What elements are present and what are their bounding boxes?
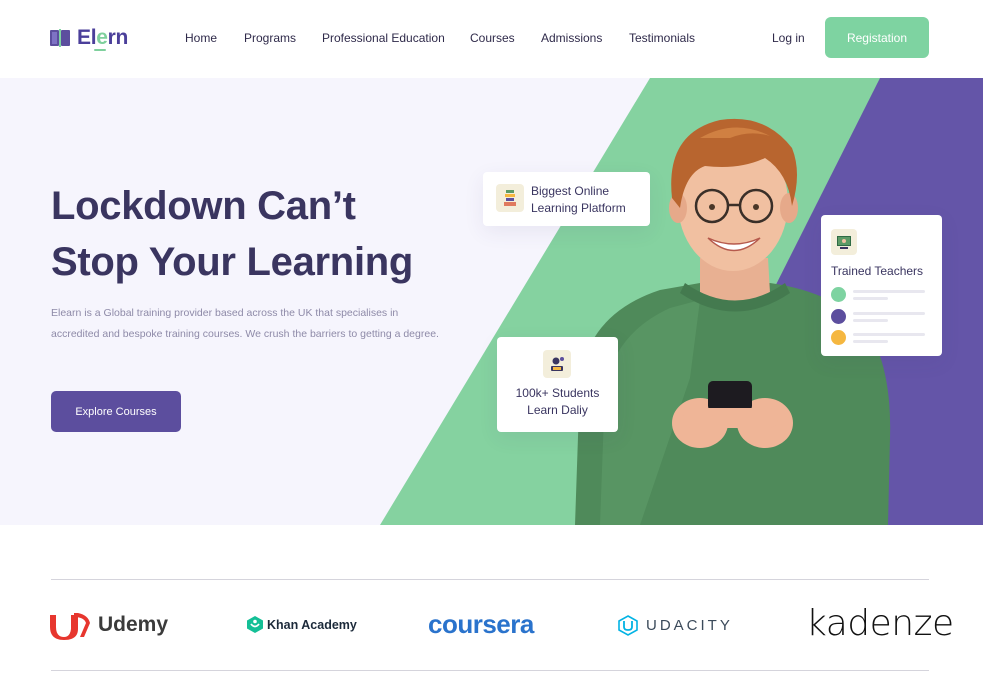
platform-card-line1: Biggest Online [531, 184, 610, 198]
teacher-avatar-dot [831, 330, 846, 345]
nav-professional-education[interactable]: Professional Education [322, 31, 445, 45]
teachers-card: Trained Teachers [821, 215, 942, 356]
partner-kadenze[interactable]: kadenze [806, 603, 954, 644]
teachers-card-title: Trained Teachers [831, 264, 924, 278]
landing-page: Elern Home Programs Professional Educati… [0, 0, 983, 676]
platform-card: Biggest Online Learning Platform [483, 172, 650, 226]
nav-testimonials[interactable]: Testimonials [629, 31, 695, 45]
hero-title: Lockdown Can’t Stop Your Learning [51, 178, 413, 290]
placeholder-line [853, 333, 925, 336]
nav-courses[interactable]: Courses [470, 31, 515, 45]
partners-section: Udemy Khan Academy coursera UDACITY kade… [0, 525, 983, 676]
login-link[interactable]: Log in [772, 31, 805, 45]
students-card-line1: 100k+ Students [515, 386, 600, 400]
partner-coursera-name: coursera [428, 609, 534, 639]
nav-programs[interactable]: Programs [244, 31, 296, 45]
nav-admissions[interactable]: Admissions [541, 31, 602, 45]
hero-title-line2: Stop Your Learning [51, 240, 414, 284]
site-header: Elern Home Programs Professional Educati… [0, 0, 983, 78]
divider-bottom [51, 670, 929, 671]
teacher-avatar-dot [831, 287, 846, 302]
teacher-avatar-dot [831, 309, 846, 324]
khan-academy-hexagon-icon [247, 616, 263, 633]
student-laptop-icon [543, 350, 571, 378]
partner-coursera[interactable]: coursera [428, 609, 534, 640]
platform-card-line2: Learning Platform [531, 201, 626, 215]
brand-underline [94, 49, 106, 51]
placeholder-line [853, 312, 925, 315]
placeholder-line [853, 340, 888, 343]
students-card-line2: Learn Daliy [527, 403, 588, 417]
teacher-row-3 [831, 330, 931, 346]
placeholder-line [853, 319, 888, 322]
nav-home[interactable]: Home [185, 31, 217, 45]
teacher-row-1 [831, 287, 931, 303]
teacher-board-icon [831, 229, 857, 255]
teacher-row-2 [831, 309, 931, 325]
partner-udemy[interactable]: Udemy [50, 609, 168, 641]
students-card-text: 100k+ Students Learn Daliy [497, 385, 618, 419]
hero-section: Lockdown Can’t Stop Your Learning Elearn… [0, 78, 983, 525]
book-stack-icon [496, 184, 524, 212]
partner-khan-name: Khan Academy [267, 617, 357, 632]
platform-card-text: Biggest Online Learning Platform [531, 183, 646, 217]
hero-description: Elearn is a Global training provider bas… [51, 307, 439, 340]
placeholder-line [853, 297, 888, 300]
udacity-logo-icon [618, 615, 638, 636]
registration-button[interactable]: Registation [825, 17, 929, 58]
hero-title-line1: Lockdown Can’t [51, 184, 356, 228]
placeholder-line [853, 290, 925, 293]
explore-courses-button[interactable]: Explore Courses [51, 391, 181, 432]
partner-udacity[interactable]: UDACITY [618, 615, 733, 636]
students-card: 100k+ Students Learn Daliy [497, 337, 618, 432]
partner-kadenze-name: kadenze [806, 603, 954, 644]
partner-udemy-name: Udemy [98, 613, 169, 636]
partner-udacity-name: UDACITY [646, 617, 733, 634]
divider-top [51, 579, 929, 580]
udemy-logo-icon [50, 613, 90, 640]
partner-khan-academy[interactable]: Khan Academy [247, 616, 357, 633]
